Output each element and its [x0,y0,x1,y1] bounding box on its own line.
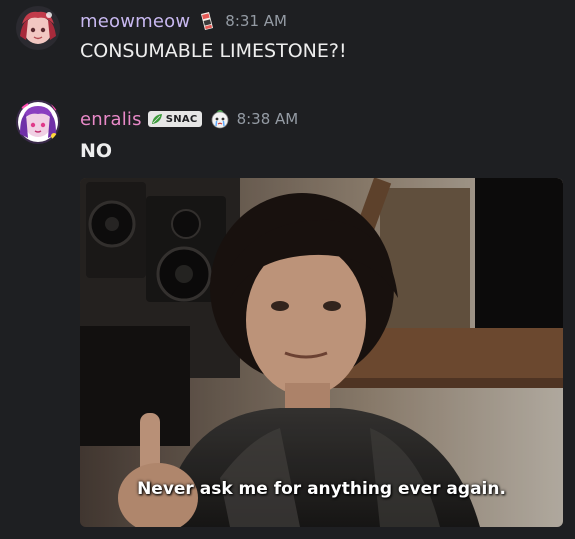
message-header: enralis SNAC 8:38 AM [80,106,298,132]
crying-emoji-icon[interactable] [209,108,229,130]
user-avatar[interactable] [16,6,60,50]
meme-image [80,178,563,527]
username[interactable]: meowmeow [80,11,190,32]
avatar-image [16,6,60,50]
chat-message: enralis SNAC 8:38 AM NO Never ask me for… [0,90,575,539]
avatar-image [16,100,60,144]
chat-log: meowmeow 8:31 AM CONSUMABLE LIMESTONE?! [0,0,575,539]
message-timestamp[interactable]: 8:31 AM [225,12,287,30]
message-timestamp[interactable]: 8:38 AM [237,110,299,128]
leaf-icon [151,114,162,124]
image-caption: Never ask me for anything ever again. [137,479,506,499]
server-tag-label: SNAC [165,113,198,125]
image-attachment[interactable]: Never ask me for anything ever again. [80,178,563,527]
message-text: CONSUMABLE LIMESTONE?! [80,40,347,62]
server-tag[interactable]: SNAC [147,111,202,127]
message-text: NO [80,140,113,162]
message-header: meowmeow 8:31 AM [80,8,287,34]
sushi-roll-icon[interactable] [197,10,217,32]
chat-message: meowmeow 8:31 AM CONSUMABLE LIMESTONE?! [0,0,575,90]
username[interactable]: enralis [80,109,142,130]
user-avatar[interactable] [16,100,60,144]
